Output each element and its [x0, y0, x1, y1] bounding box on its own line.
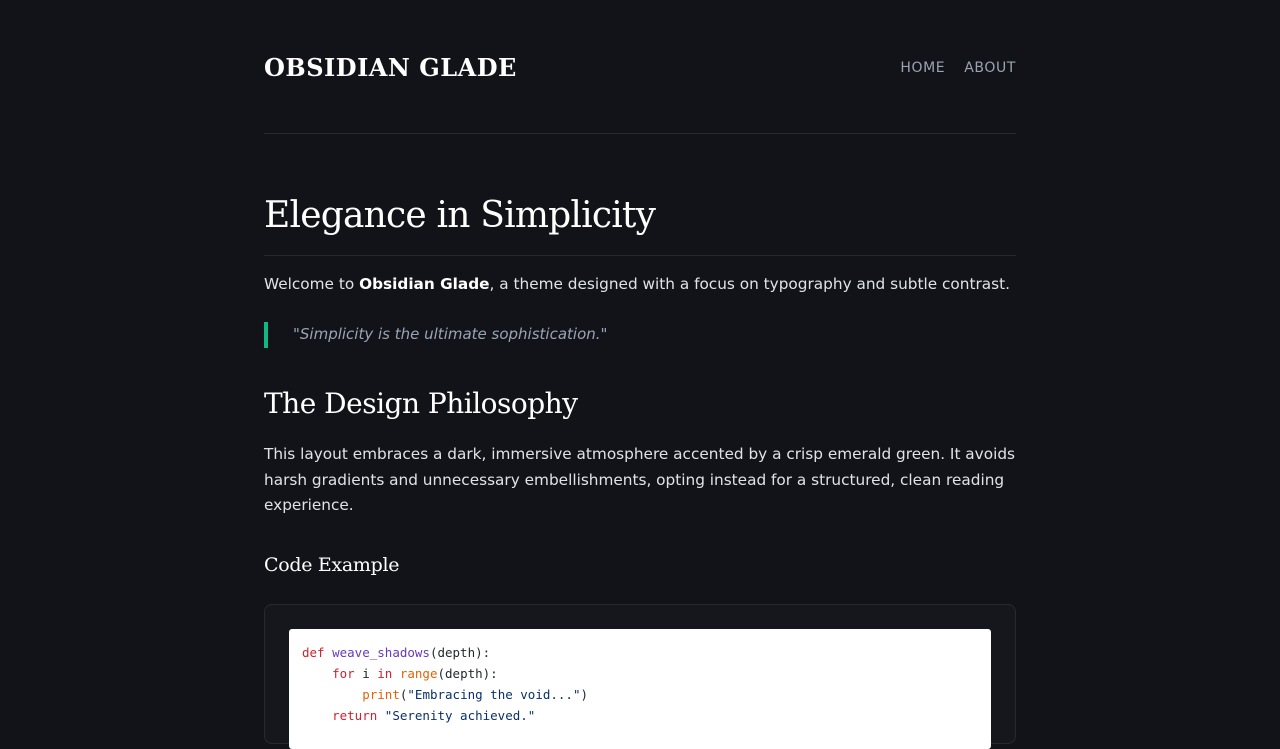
code-keyword: return: [332, 708, 378, 723]
code-plain: (depth):: [437, 666, 498, 681]
code-line: def weave_shadows(depth):: [302, 642, 978, 663]
intro-text-after: , a theme designed with a focus on typog…: [489, 275, 1010, 293]
section-heading: The Design Philosophy: [264, 387, 578, 420]
title-divider: [264, 255, 1016, 256]
code-card: def weave_shadows(depth): for i in range…: [264, 604, 1016, 749]
code-builtin: print: [362, 687, 400, 702]
intro-text-before: Welcome to: [264, 275, 360, 293]
nav-home-link[interactable]: HOME: [900, 58, 945, 78]
code-heading: Code Example: [264, 554, 400, 576]
code-keyword: def: [302, 645, 325, 660]
site-title[interactable]: OBSIDIAN GLADE: [264, 53, 517, 83]
code-keyword: in: [377, 666, 393, 681]
nav-about-link[interactable]: ABOUT: [964, 58, 1016, 78]
intro-paragraph: Welcome to Obsidian Glade, a theme desig…: [264, 272, 1016, 297]
code-string: "Serenity achieved.": [384, 708, 536, 723]
code-block[interactable]: def weave_shadows(depth): for i in range…: [289, 629, 991, 749]
code-plain: i: [354, 666, 378, 681]
page-container: OBSIDIAN GLADE HOME ABOUT Elegance in Si…: [264, 0, 1016, 749]
code-plain: ): [580, 687, 589, 702]
code-string: "Embracing the void...": [407, 687, 581, 702]
code-line: return "Serenity achieved.": [302, 705, 978, 726]
code-line: print("Embracing the void..."): [302, 684, 978, 705]
main-nav: HOME ABOUT: [900, 58, 1016, 78]
quote-block: "Simplicity is the ultimate sophisticati…: [264, 322, 607, 348]
code-line: for i in range(depth):: [302, 663, 978, 684]
code-function-name: weave_shadows: [332, 645, 430, 660]
code-builtin: range: [399, 666, 438, 681]
code-plain: (depth):: [429, 645, 491, 660]
page-title: Elegance in Simplicity: [264, 195, 656, 236]
site-header: OBSIDIAN GLADE HOME ABOUT: [264, 0, 1016, 134]
code-keyword: for: [332, 666, 355, 681]
section-paragraph: This layout embraces a dark, immersive a…: [264, 445, 1016, 514]
intro-bold-text: Obsidian Glade: [359, 275, 490, 293]
